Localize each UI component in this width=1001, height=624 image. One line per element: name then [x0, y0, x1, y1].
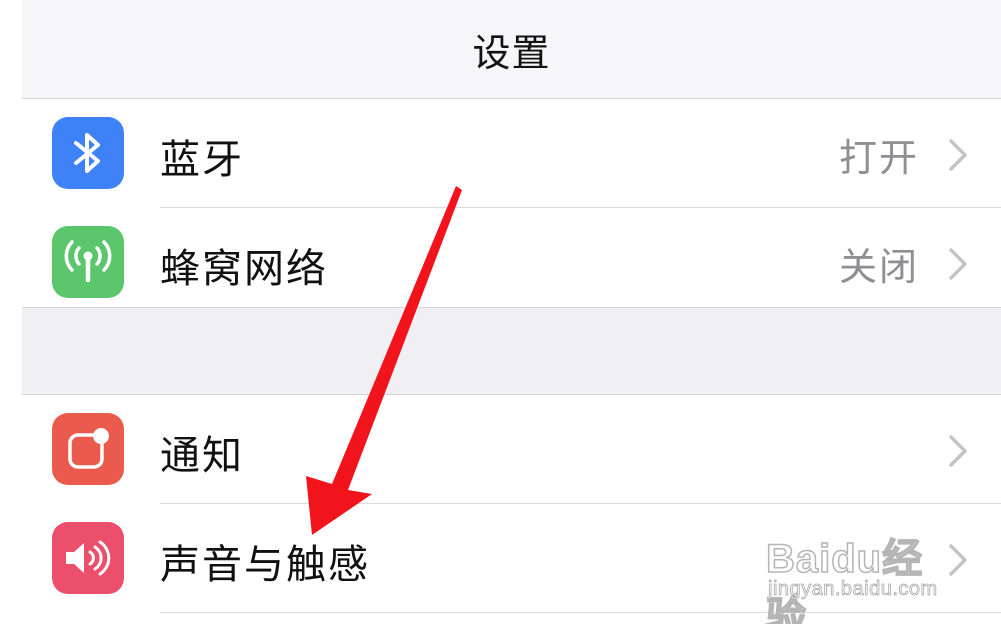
- speaker-icon: [52, 522, 124, 594]
- sounds-haptics-label: 声音与触感: [160, 542, 370, 588]
- notifications-label: 通知: [160, 433, 244, 479]
- bluetooth-label: 蓝牙: [160, 137, 244, 183]
- settings-group-connectivity: 蓝牙 打开 蜂窝网络 关闭: [22, 99, 1001, 317]
- bluetooth-icon: [52, 117, 124, 189]
- cellular-label: 蜂窝网络: [160, 246, 328, 292]
- left-margin: [0, 0, 22, 624]
- watermark-url: jingyan.baidu.com: [768, 578, 938, 601]
- settings-row-bluetooth[interactable]: 蓝牙 打开: [22, 99, 1001, 208]
- bluetooth-status-value: 打开: [838, 136, 919, 180]
- page-title: 设置: [472, 31, 551, 75]
- navigation-bar: 设置: [22, 0, 1001, 99]
- chevron-right-icon: [949, 435, 967, 467]
- cellular-status-value: 关闭: [838, 245, 919, 289]
- chevron-right-icon: [949, 248, 967, 280]
- section-spacer: [22, 308, 1001, 394]
- chevron-right-icon: [949, 139, 967, 171]
- settings-row-notifications[interactable]: 通知: [22, 395, 1001, 504]
- antenna-icon: [52, 226, 124, 298]
- baidu-watermark: Baidu经验 jingyan.baidu.com: [765, 516, 956, 624]
- notification-icon: [52, 413, 124, 485]
- settings-screen: 设置 蓝牙 打开 蜂窝网络 关闭 通知 声音与触感 Baidu经验 jingya…: [0, 0, 1001, 624]
- settings-row-cellular[interactable]: 蜂窝网络 关闭: [22, 208, 1001, 317]
- watermark-brand: Baidu经验: [765, 536, 924, 624]
